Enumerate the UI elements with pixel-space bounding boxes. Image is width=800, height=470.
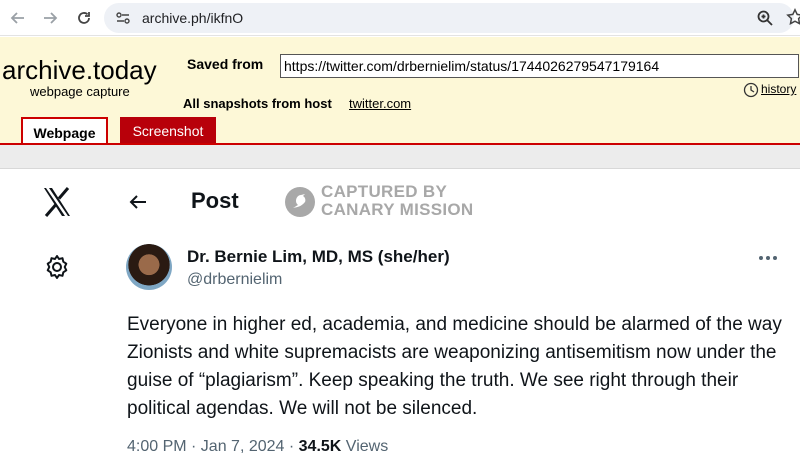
- x-logo-icon[interactable]: [40, 185, 74, 219]
- display-name[interactable]: Dr. Bernie Lim, MD, MS (she/her): [187, 247, 450, 267]
- saved-from-label: Saved from: [187, 56, 264, 72]
- archive-subtitle: webpage capture: [30, 84, 130, 99]
- bookmark-star-icon[interactable]: [786, 8, 800, 26]
- settings-gear-icon[interactable]: [43, 253, 71, 281]
- tweet-text: Everyone in higher ed, academia, and med…: [127, 314, 782, 419]
- tweet-metadata: 4:00 PM · Jan 7, 2024 · 34.5K Views: [127, 438, 388, 456]
- browser-toolbar: archive.ph/ikfnO: [0, 0, 800, 36]
- watermark-text: CAPTURED BY CANARY MISSION: [321, 183, 474, 219]
- tab-webpage[interactable]: Webpage: [21, 117, 108, 146]
- tab-screenshot[interactable]: Screenshot: [120, 117, 216, 144]
- history-link[interactable]: history: [761, 82, 796, 96]
- watermark-line-1: CAPTURED BY: [321, 182, 448, 201]
- archive-logo[interactable]: archive.today: [2, 55, 157, 86]
- reload-icon[interactable]: [72, 6, 96, 30]
- avatar[interactable]: [126, 244, 172, 290]
- page-title: Post: [191, 188, 239, 213]
- all-snapshots-label: All snapshots from host: [183, 96, 332, 111]
- views-count: 34.5K: [298, 438, 342, 455]
- clock-icon[interactable]: [743, 82, 759, 98]
- url-text: archive.ph/ikfnO: [142, 10, 244, 26]
- forward-arrow-icon[interactable]: [38, 6, 62, 30]
- back-arrow-icon[interactable]: [6, 6, 30, 30]
- user-handle[interactable]: @drbernielim: [187, 271, 282, 289]
- content-frame-top: [0, 145, 800, 169]
- tweet-timestamp[interactable]: 4:00 PM · Jan 7, 2024 ·: [127, 438, 299, 455]
- canary-mission-logo-icon: [284, 186, 316, 218]
- address-bar[interactable]: archive.ph/ikfnO: [104, 3, 800, 33]
- back-arrow-icon[interactable]: [126, 190, 150, 214]
- zoom-icon[interactable]: [756, 9, 774, 27]
- views-label: Views: [341, 438, 389, 455]
- watermark-line-2: CANARY MISSION: [321, 200, 474, 219]
- snapshots-host-link[interactable]: twitter.com: [349, 96, 411, 111]
- saved-url-field[interactable]: https://twitter.com/drbernielim/status/1…: [280, 54, 799, 78]
- archive-header: archive.today webpage capture Saved from…: [0, 37, 800, 146]
- more-options-icon[interactable]: [757, 250, 779, 266]
- site-settings-icon[interactable]: [114, 9, 132, 27]
